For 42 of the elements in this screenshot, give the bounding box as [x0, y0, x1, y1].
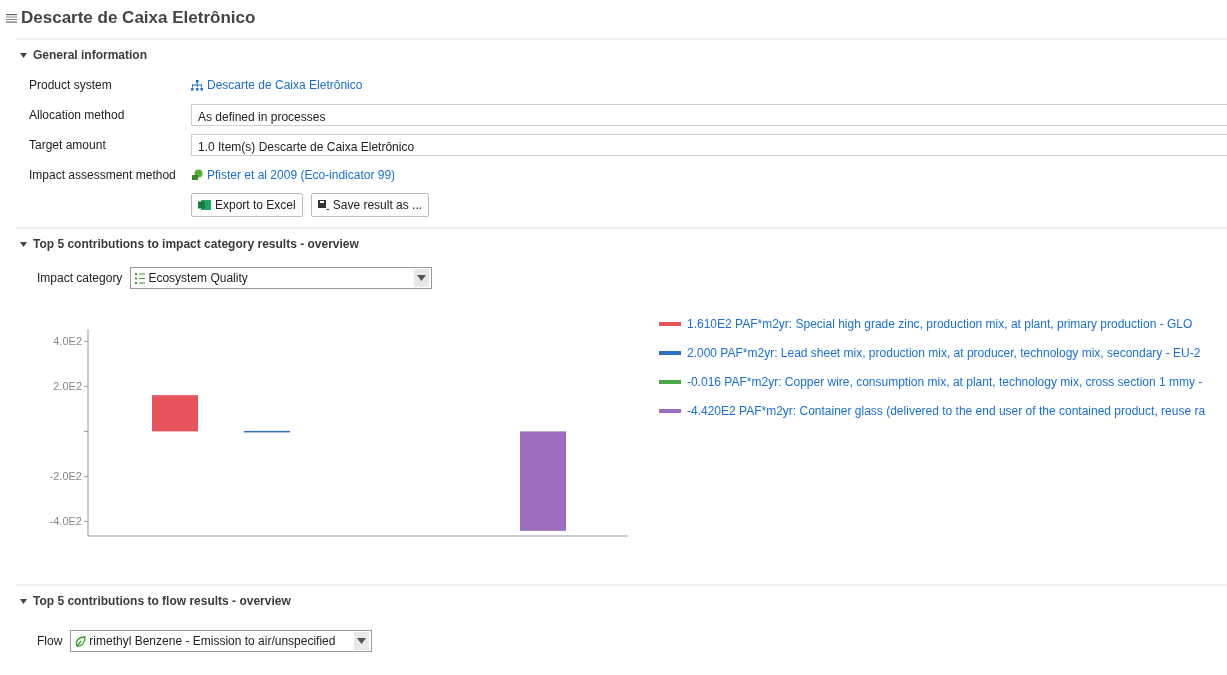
- field-label: Allocation method: [29, 107, 126, 124]
- field-label: Target amount: [29, 137, 107, 154]
- field-label: Impact assessment method: [29, 167, 177, 184]
- flow-dropdown[interactable]: rimethyl Benzene - Emission to air/unspecified: [70, 630, 373, 652]
- export-button[interactable]: Export to Excel: [191, 193, 303, 217]
- field-label: Product system: [29, 77, 113, 94]
- y-tick-label: -2.0E2: [49, 470, 82, 483]
- spreadsheet-icon: [198, 199, 211, 211]
- legend-item[interactable]: -0.016 PAF*m2yr: Copper wire, consumption mix, at plant, technology mix, cross section 1 mmy -: [659, 367, 1206, 396]
- dropdown-arrow-icon: [417, 275, 427, 281]
- y-tick-label: 4.0E2: [53, 335, 82, 348]
- page-title: Descarte de Caixa Eletrônico: [21, 7, 256, 30]
- hierarchy-icon: [191, 79, 203, 91]
- target-amount-field[interactable]: 1.0 Item(s) Descarte de Caixa Eletrônico: [191, 134, 1227, 156]
- product-system-link[interactable]: Descarte de Caixa Eletrônico: [191, 76, 363, 94]
- legend-label: -0.016 PAF*m2yr: Copper wire, consumption mix, at plant, technology mix, cross section 1 mmy -: [687, 373, 1203, 391]
- allocation-field[interactable]: As defined in processes: [191, 104, 1227, 126]
- leaf-icon: [75, 635, 87, 647]
- legend-item[interactable]: 1.610E2 PAF*m2yr: Special high grade zinc, production mix, at plant, primary production - GLO: [659, 309, 1206, 338]
- section-title: General information: [33, 47, 148, 64]
- field-label: Impact category: [37, 270, 123, 287]
- section-header[interactable]: Top 5 contributions to impact category results - overview: [0, 233, 1227, 255]
- section-title: Top 5 contributions to impact category results - overview: [33, 236, 359, 253]
- section-title: Top 5 contributions to flow results - overview: [33, 593, 291, 610]
- legend-label: 2.000 PAF*m2yr: Lead sheet mix, production mix, at producer, technology mix, secondary - EU-2: [687, 344, 1201, 362]
- section-header[interactable]: Top 5 contributions to flow results - overview: [0, 590, 1227, 612]
- y-tick-label: -4.0E2: [49, 515, 82, 528]
- dropdown-arrow-icon: [357, 638, 367, 644]
- legend-label: -4.420E2 PAF*m2yr: Container glass (delivered to the end user of the contained product, reuse ra: [687, 402, 1206, 420]
- legend-label: 1.610E2 PAF*m2yr: Special high grade zinc, production mix, at plant, primary production - GLO: [687, 315, 1193, 333]
- method-icon: [191, 169, 203, 181]
- y-tick-label: 2.0E2: [53, 380, 82, 393]
- editor-icon: [6, 13, 17, 23]
- impact-method-link[interactable]: Pfister et al 2009 (Eco-indicator 99): [191, 166, 396, 184]
- list-icon: [135, 272, 146, 284]
- save-button[interactable]: Save result as ...: [310, 193, 430, 217]
- impact-category-dropdown[interactable]: Ecosystem Quality: [130, 267, 433, 289]
- save-icon: [317, 199, 329, 211]
- legend-item[interactable]: 2.000 PAF*m2yr: Lead sheet mix, production mix, at producer, technology mix, secondary - EU-2: [659, 338, 1206, 367]
- section-header[interactable]: General information: [0, 44, 1227, 66]
- field-label: Flow: [37, 633, 63, 650]
- legend-item[interactable]: -4.420E2 PAF*m2yr: Container glass (delivered to the end user of the contained product, reuse ra: [659, 396, 1206, 425]
